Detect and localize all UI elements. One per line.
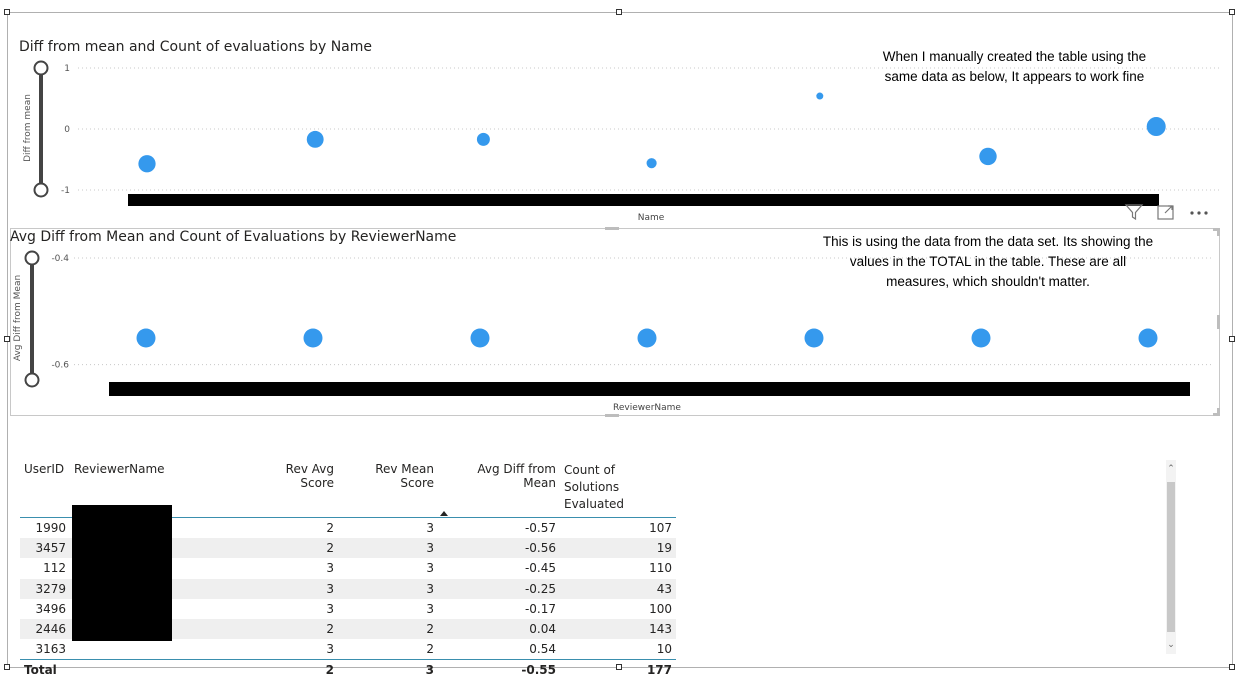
cell-rev-mean: 3 — [426, 521, 434, 536]
cell-userid: 3496 — [35, 601, 66, 616]
total-count: 177 — [560, 659, 676, 680]
sort-descending-icon[interactable] — [440, 511, 448, 516]
annotation-middle-line1: This is using the data from the data set… — [822, 234, 1154, 249]
data-point[interactable] — [136, 328, 156, 348]
data-point[interactable] — [303, 328, 323, 348]
cell-userid: 2446 — [20, 618, 70, 640]
scroll-up-icon[interactable]: ⌃ — [1166, 464, 1176, 474]
col-header-rev-mean-score[interactable]: Rev Mean Score — [338, 460, 438, 518]
table-total-row: Total 2 3 -0.55 177 — [20, 659, 676, 680]
cell-count: 100 — [649, 601, 672, 616]
cell-rev-avg: 3 — [250, 578, 338, 599]
annotation-middle: This is using the data from the data set… — [808, 232, 1168, 292]
cell-rev-avg: 2 — [250, 538, 338, 559]
redacted-x-axis-labels — [109, 382, 1190, 396]
resize-handle-bottom-left[interactable] — [4, 664, 10, 670]
cell-rev-avg: 3 — [326, 601, 334, 616]
resize-handle-bottom-right[interactable] — [1229, 664, 1235, 670]
cell-rev-mean: 2 — [338, 618, 438, 640]
col-header-count-of-solutions[interactable]: Count of Solutions Evaluated — [560, 460, 676, 518]
cell-rev-avg: 3 — [326, 642, 334, 657]
total-rev-avg: 2 — [250, 659, 338, 680]
data-points — [136, 328, 1158, 348]
cell-count: 43 — [560, 578, 676, 599]
cell-userid: 112 — [43, 561, 66, 576]
cell-count: 107 — [649, 521, 672, 536]
y-axis-label: Avg Diff from Mean — [13, 275, 23, 361]
annotation-middle-line3: measures, which shouldn't matter. — [886, 274, 1090, 289]
total-avg-diff: -0.55 — [438, 659, 560, 680]
total-rev-mean: 3 — [338, 659, 438, 680]
cell-rev-mean: 3 — [426, 561, 434, 576]
table-row[interactable]: 3163 3 2 0.54 10 — [20, 639, 676, 660]
col-header-reviewername-label: ReviewerName — [74, 462, 165, 476]
cell-rev-mean: 3 — [426, 601, 434, 616]
data-point[interactable] — [1138, 328, 1158, 348]
total-reviewername — [70, 659, 250, 680]
cell-count: 110 — [649, 561, 672, 576]
cell-reviewername — [70, 639, 250, 660]
y-tick-label: -0.6 — [51, 361, 69, 371]
total-label: Total — [20, 659, 70, 680]
cell-count: 10 — [656, 642, 672, 657]
chart-plot-area[interactable]: Avg Diff from Mean -0.4 -0.6 ReviewerName — [0, 0, 1243, 420]
col-header-rev-mean-score-label: Rev Mean Score — [375, 462, 434, 490]
x-axis-label: ReviewerName — [613, 403, 681, 413]
col-header-count-line1: Count of Solutions — [564, 463, 620, 494]
cell-avg-diff: -0.25 — [438, 578, 560, 599]
y-range-slider[interactable] — [24, 250, 40, 388]
cell-rev-mean: 2 — [426, 642, 434, 657]
cell-avg-diff: -0.45 — [524, 561, 556, 576]
cell-userid: 1990 — [35, 521, 66, 536]
col-header-rev-avg-score-label: Rev Avg Score — [285, 462, 334, 490]
cell-rev-mean: 3 — [338, 538, 438, 559]
y-ticks: -0.4 -0.6 — [51, 254, 69, 371]
col-header-count-line2: Evaluated — [564, 497, 625, 511]
scatter-chart-avg-diff-by-reviewer[interactable]: Avg Diff from Mean and Count of Evaluati… — [0, 0, 1243, 420]
slider-handle-bottom[interactable] — [24, 372, 40, 388]
cell-avg-diff: -0.17 — [524, 601, 556, 616]
cell-avg-diff: 0.04 — [438, 618, 560, 640]
cell-count: 143 — [560, 618, 676, 640]
cell-rev-avg: 2 — [326, 521, 334, 536]
col-header-userid[interactable]: UserID — [20, 460, 70, 518]
cell-rev-avg: 2 — [250, 618, 338, 640]
data-point[interactable] — [971, 328, 991, 348]
scroll-down-icon[interactable]: ⌄ — [1166, 640, 1176, 650]
scroll-thumb[interactable] — [1167, 482, 1175, 632]
cell-userid: 3457 — [20, 538, 70, 559]
cell-rev-mean: 3 — [338, 578, 438, 599]
col-header-rev-avg-score[interactable]: Rev Avg Score — [250, 460, 338, 518]
cell-avg-diff: -0.56 — [438, 538, 560, 559]
cell-userid: 3163 — [35, 642, 66, 657]
cell-userid: 3279 — [20, 578, 70, 599]
annotation-middle-line2: values in the TOTAL in the table. These … — [849, 254, 1127, 269]
cell-avg-diff: -0.57 — [524, 521, 556, 536]
data-point[interactable] — [804, 328, 824, 348]
cell-rev-avg: 3 — [326, 561, 334, 576]
col-header-avg-diff-from-mean-label: Avg Diff from Mean — [477, 462, 556, 490]
data-point[interactable] — [637, 328, 657, 348]
table-vertical-scrollbar[interactable]: ⌃ ⌄ — [1166, 460, 1176, 654]
y-tick-label: -0.4 — [51, 254, 69, 264]
cell-count: 19 — [560, 538, 676, 559]
redacted-reviewer-names — [72, 505, 172, 641]
col-header-avg-diff-from-mean[interactable]: Avg Diff from Mean — [438, 460, 560, 518]
col-header-userid-label: UserID — [24, 462, 65, 476]
cell-avg-diff: 0.54 — [529, 642, 556, 657]
slider-handle-top[interactable] — [24, 250, 40, 266]
data-point[interactable] — [470, 328, 490, 348]
